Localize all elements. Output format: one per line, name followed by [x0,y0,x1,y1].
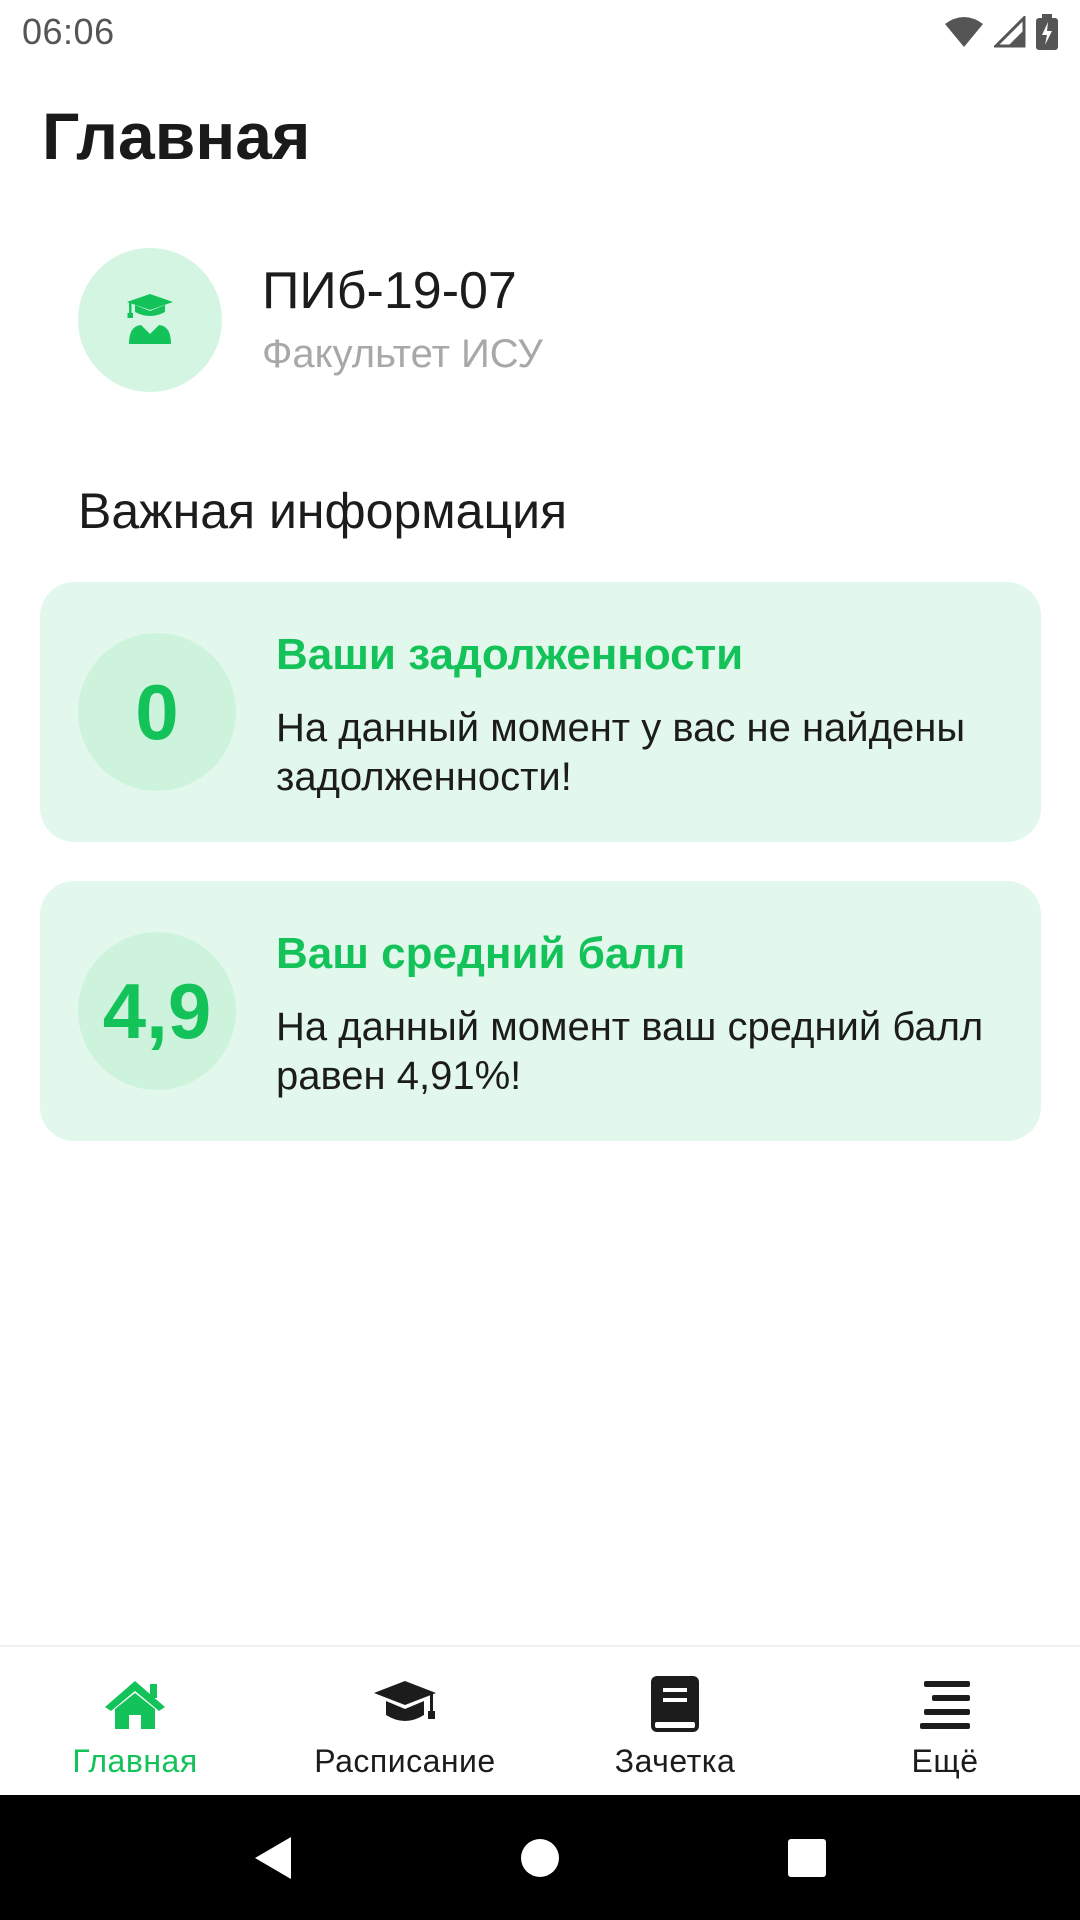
signal-icon [994,16,1026,48]
menu-lines-icon [918,1673,972,1735]
student-graduate-icon [125,292,175,349]
system-nav-bar [0,1795,1080,1920]
group-info: ПИб-19-07 Факультет ИСУ [78,248,543,392]
nav-label-gradebook: Зачетка [614,1743,736,1779]
section-title: Важная информация [78,483,568,539]
average-grade-card[interactable]: 4,9 Ваш средний балл На данный момент ва… [40,881,1041,1141]
debts-card-title: Ваши задолженности [276,630,744,679]
debts-card-text: На данный момент у вас не найдены задолж… [276,706,966,799]
graduation-cap-icon [372,1673,438,1735]
debts-card[interactable]: 0 Ваши задолженности На данный момент у … [40,582,1041,842]
avatar [78,248,222,392]
page-title: Главная [42,99,311,173]
nav-item-home[interactable]: Главная [0,1647,270,1795]
recents-square-icon[interactable] [767,1818,847,1898]
wifi-icon [944,16,984,48]
average-grade-card-text: На данный момент ваш средний балл равен … [276,1005,984,1098]
main-screen: 06:06 Главная ПИб-19-07 Факультет ИСУ Ва… [0,0,1080,1920]
book-icon [651,1673,699,1735]
battery-charging-icon [1036,14,1058,50]
home-circle-icon[interactable] [500,1818,580,1898]
group-text: ПИб-19-07 Факультет ИСУ [262,261,543,377]
nav-item-gradebook[interactable]: Зачетка [540,1647,810,1795]
status-time: 06:06 [22,11,115,52]
debts-count-badge: 0 [78,633,236,791]
nav-label-home: Главная [72,1743,198,1779]
nav-label-more: Ещё [911,1743,979,1779]
nav-label-schedule: Расписание [314,1743,496,1779]
nav-item-more[interactable]: Ещё [810,1647,1080,1795]
back-icon[interactable] [233,1818,313,1898]
status-bar: 06:06 [0,0,1080,64]
nav-item-schedule[interactable]: Расписание [270,1647,540,1795]
average-grade-card-title: Ваш средний балл [276,929,686,978]
average-grade-badge: 4,9 [78,932,236,1090]
home-icon [103,1673,167,1735]
group-name: ПИб-19-07 [262,261,517,320]
faculty-name: Факультет ИСУ [262,332,543,377]
bottom-nav: Главная Расписание Зачетка Ещё [0,1645,1080,1795]
status-icons [944,14,1058,50]
